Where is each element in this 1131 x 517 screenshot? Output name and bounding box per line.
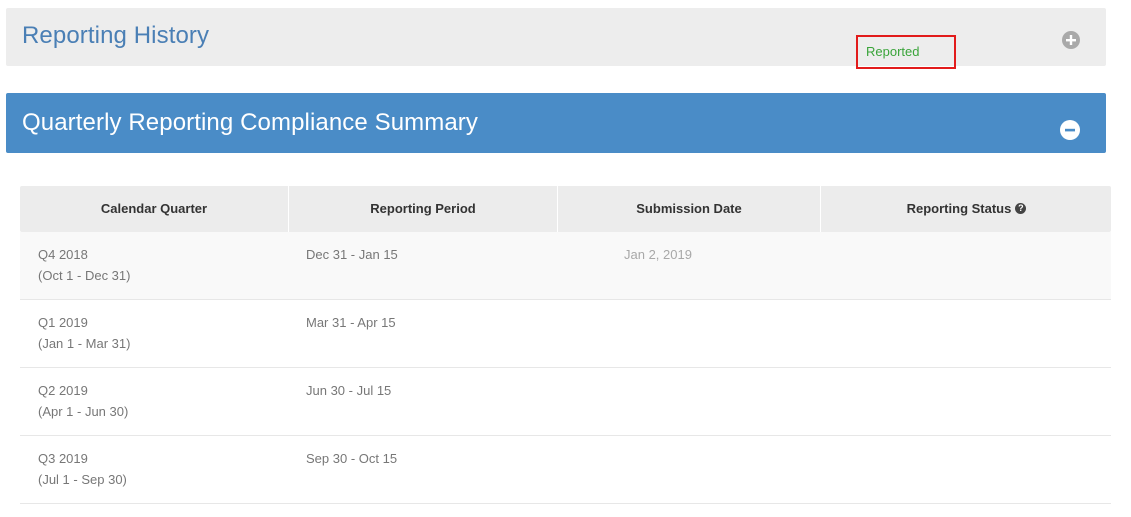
reporting-period-cell: Sep 30 - Oct 15 [306,451,398,466]
calendar-quarter-cell: Q1 2019 (Jan 1 - Mar 31) [38,312,130,354]
reporting-status-highlight: Reported [856,35,956,69]
calendar-quarter-cell: Q3 2019 (Jul 1 - Sep 30) [38,448,127,490]
reporting-period-cell: Jun 30 - Jul 15 [306,383,392,398]
quarter-label: Q1 2019 [38,315,88,330]
quarter-label: Q2 2019 [38,383,88,398]
minus-circle-icon[interactable] [1060,120,1080,140]
table-header: Calendar Quarter Reporting Period Submis… [20,186,1111,232]
compliance-table: Calendar Quarter Reporting Period Submis… [20,186,1111,504]
plus-circle-icon[interactable] [1062,31,1080,49]
reporting-history-title: Reporting History [22,22,210,49]
header-calendar-quarter: Calendar Quarter [100,201,208,216]
quarter-range: (Apr 1 - Jun 30) [38,404,129,419]
calendar-quarter-cell: Q2 2019 (Apr 1 - Jun 30) [38,380,128,422]
header-reporting-status: Reporting Status? [820,186,1112,232]
help-icon[interactable]: ? [1015,203,1027,215]
page: Reporting History Quarterly Reporting Co… [0,0,1131,517]
quarter-range: (Jul 1 - Sep 30) [38,472,127,487]
table-row: Q4 2018 (Oct 1 - Dec 31) Dec 31 - Jan 15… [20,232,1111,300]
header-reporting-status-label: Reporting Status [906,201,1012,216]
calendar-quarter-cell: Q4 2018 (Oct 1 - Dec 31) [38,244,130,286]
quarterly-summary-title: Quarterly Reporting Compliance Summary [22,109,478,136]
reporting-period-cell: Dec 31 - Jan 15 [306,247,398,262]
quarter-label: Q4 2018 [38,247,88,262]
table-row: Q1 2019 (Jan 1 - Mar 31) Mar 31 - Apr 15 [20,300,1111,368]
submission-date-cell: Jan 2, 2019 [624,247,692,262]
quarter-range: (Oct 1 - Dec 31) [38,268,131,283]
table-row: Q2 2019 (Apr 1 - Jun 30) Jun 30 - Jul 15 [20,368,1111,436]
reporting-status-value: Reported [866,44,920,59]
reporting-period-cell: Mar 31 - Apr 15 [306,315,396,330]
quarter-label: Q3 2019 [38,451,88,466]
quarterly-summary-panel-header[interactable]: Quarterly Reporting Compliance Summary [6,93,1106,153]
header-reporting-period: Reporting Period [288,186,557,232]
header-submission-date: Submission Date [557,186,820,232]
quarter-range: (Jan 1 - Mar 31) [38,336,131,351]
table-row: Q3 2019 (Jul 1 - Sep 30) Sep 30 - Oct 15 [20,436,1111,504]
